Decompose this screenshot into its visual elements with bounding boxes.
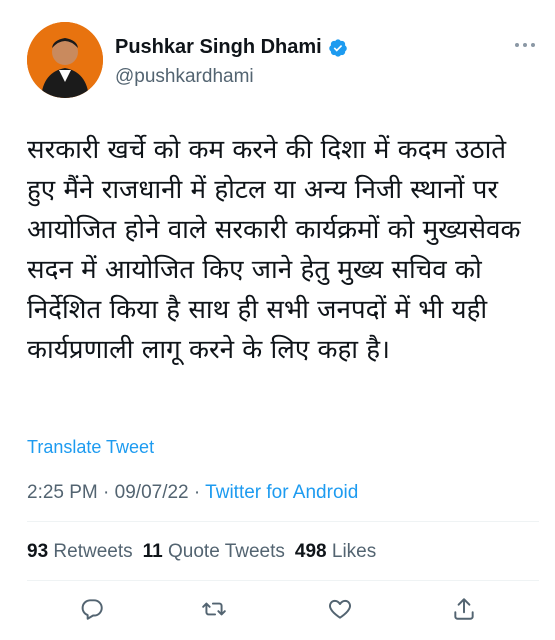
display-name[interactable]: Pushkar Singh Dhami [115,36,322,59]
quotes-count: 11 [142,541,163,562]
reply-icon [81,599,103,620]
tweet-metadata: 2:25 PM · 09/07/22 · Twitter for Android [27,482,358,504]
likes-stat[interactable]: 498 Likes [295,541,376,563]
like-icon [329,599,351,619]
share-button[interactable] [449,594,479,624]
translate-tweet-link[interactable]: Translate Tweet [27,437,154,458]
like-button[interactable] [325,594,355,624]
reply-button[interactable] [77,594,107,624]
divider [27,580,539,581]
name-row: Pushkar Singh Dhami [115,36,348,59]
likes-label: Likes [331,541,377,562]
retweets-label: Retweets [53,541,133,562]
share-icon [454,598,474,620]
retweet-button[interactable] [199,594,229,624]
user-handle[interactable]: @pushkardhami [115,66,254,88]
likes-count: 498 [294,541,327,562]
avatar-image [27,22,103,98]
divider [27,521,539,522]
meta-separator: · [103,482,110,503]
tweet-time[interactable]: 2:25 PM [27,482,98,503]
verified-icon [328,38,348,58]
tweet-text: सरकारी खर्चे को कम करने की दिशा में कदम … [27,135,521,365]
tweet-actions [27,594,539,626]
tweet-header: Pushkar Singh Dhami @pushkardhami [27,22,537,100]
tweet-date[interactable]: 09/07/22 [115,482,189,503]
quotes-stat[interactable]: 11 Quote Tweets [143,541,285,563]
retweets-count: 93 [27,541,49,562]
meta-separator: · [193,482,201,503]
quotes-label: Quote Tweets [168,541,285,562]
retweets-stat[interactable]: 93 Retweets [27,541,133,563]
engagement-stats: 93 Retweets 11 Quote Tweets 498 Likes [27,541,376,563]
tweet-source-link[interactable]: Twitter for Android [205,482,358,503]
avatar[interactable] [27,22,103,98]
retweet-icon [202,602,226,616]
more-icon[interactable] [515,40,537,50]
